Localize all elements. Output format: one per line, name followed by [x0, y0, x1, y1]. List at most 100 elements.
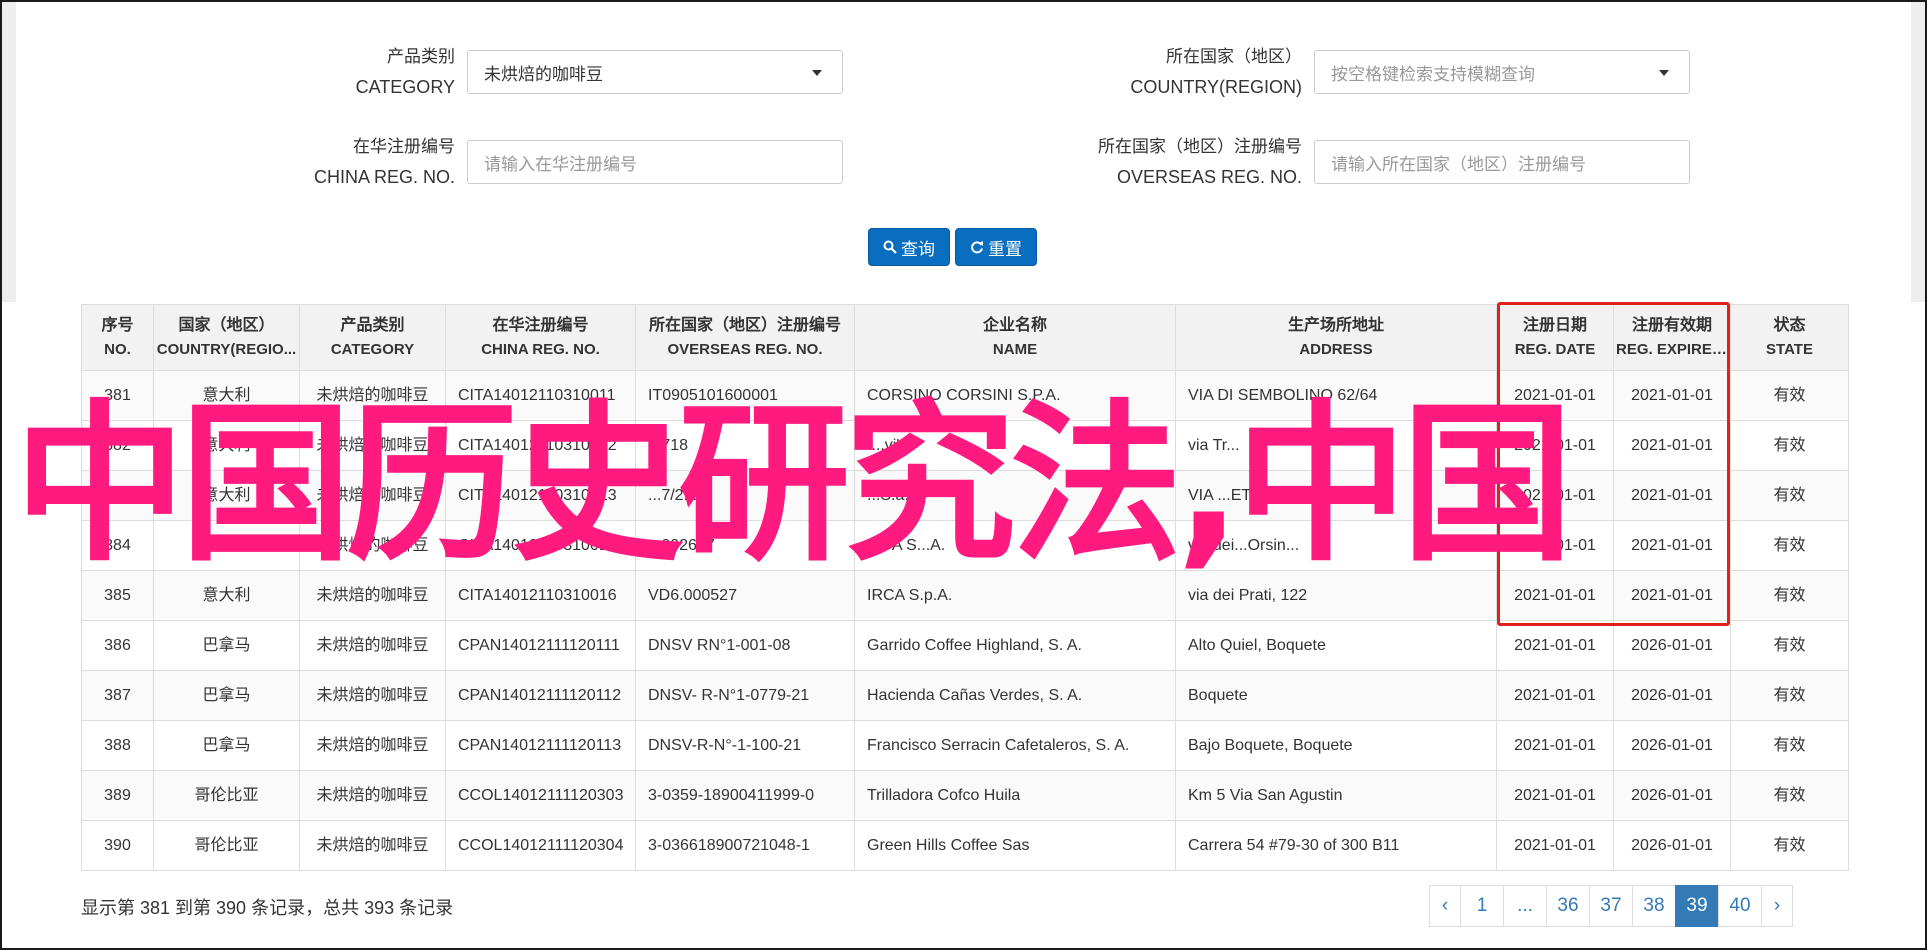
cell-country: 巴拿马: [153, 720, 300, 771]
cell-name: CORSINO CORSINI S.P.A.: [854, 370, 1176, 421]
next-page-button[interactable]: ›: [1761, 885, 1793, 927]
cell-name: Francisco Serracin Cafetaleros, S. A.: [854, 720, 1176, 771]
page-button[interactable]: 40: [1718, 885, 1762, 927]
cell-name: Trilladora Cofco Huila: [854, 770, 1176, 821]
search-button[interactable]: 查询: [868, 228, 950, 266]
cell-expire-date: 2021-01-01: [1613, 420, 1731, 471]
cell-no: 386: [81, 620, 154, 671]
table-row: 383 意大利 未烘焙的咖啡豆 CITA14012110310013 ...7/2...…: [81, 470, 1849, 521]
category-field-group: 产品类别 CATEGORY 未烘焙的咖啡豆: [305, 42, 843, 102]
category-label-en: CATEGORY: [355, 77, 455, 97]
cell-category: 未烘焙的咖啡豆: [299, 670, 446, 721]
cell-overseas-reg: VD6.000527: [635, 570, 855, 621]
cell-name: Garrido Coffee Highland, S. A.: [854, 620, 1176, 671]
cell-overseas-reg: DNSV-R-N°-1-100-21: [635, 720, 855, 771]
page-button[interactable]: 1: [1460, 885, 1504, 927]
chevron-down-icon: [812, 70, 822, 76]
country-select-placeholder: 按空格键检索支持模糊查询: [1331, 64, 1535, 84]
column-header-en: CATEGORY: [330, 340, 415, 358]
country-label-zh: 所在国家（地区）: [1166, 47, 1302, 66]
cell-state: 有效: [1730, 770, 1849, 821]
results-table: 序号 NO. 国家（地区） COUNTRY(REGIO... 产品类别 CATEGORY 在…: [81, 304, 1849, 871]
cell-expire-date: 2021-01-01: [1613, 370, 1731, 421]
country-select[interactable]: 按空格键检索支持模糊查询: [1314, 50, 1690, 94]
china-reg-input-placeholder: 请输入在华注册编号: [484, 154, 637, 174]
table-row: 387 巴拿马 未烘焙的咖啡豆 CPAN14012111120112 DNSV- R-N…: [81, 670, 1849, 721]
cell-category: 未烘焙的咖啡豆: [299, 470, 446, 521]
column-header: 序号 NO.: [81, 304, 154, 371]
column-header-zh: 在华注册编号: [492, 316, 589, 334]
cell-overseas-reg: ...002697: [635, 520, 855, 571]
overseas-reg-field-group: 所在国家（地区）注册编号 OVERSEAS REG. NO. 请输入所在国家（地…: [1072, 132, 1690, 192]
cell-overseas-reg: DNSV RN°1-001-08: [635, 620, 855, 671]
cell-name: I...vi': [854, 420, 1176, 471]
column-header-en: NO.: [104, 340, 131, 358]
column-header-en: REG. DATE: [1514, 340, 1596, 358]
cell-china-reg: CITA14012110310014: [445, 520, 636, 571]
overseas-reg-label-zh: 所在国家（地区）注册编号: [1098, 137, 1302, 156]
cell-no: 385: [81, 570, 154, 621]
china-reg-input[interactable]: 请输入在华注册编号: [467, 140, 843, 184]
cell-no: 384: [81, 520, 154, 571]
cell-overseas-reg: ...718: [635, 420, 855, 471]
cell-country: 意大利: [153, 370, 300, 421]
column-header: 在华注册编号 CHINA REG. NO.: [445, 304, 636, 371]
cell-category: 未烘焙的咖啡豆: [299, 720, 446, 771]
reset-button[interactable]: 重置: [955, 228, 1037, 266]
page-ellipsis[interactable]: ...: [1503, 885, 1547, 927]
column-header-zh: 国家（地区）: [178, 316, 275, 334]
cell-state: 有效: [1730, 720, 1849, 771]
cell-china-reg: CITA14012110310012: [445, 420, 636, 471]
cell-state: 有效: [1730, 570, 1849, 621]
chevron-down-icon: [1659, 70, 1669, 76]
table-row: 388 巴拿马 未烘焙的咖啡豆 CPAN14012111120113 DNSV-R-N°…: [81, 720, 1849, 771]
cell-no: 389: [81, 770, 154, 821]
column-header-en: REG. EXPIRE ...: [1616, 340, 1728, 358]
column-header-en: CHINA REG. NO.: [481, 340, 600, 358]
cell-address: via Tr...: [1175, 420, 1497, 471]
cell-category: 未烘焙的咖啡豆: [299, 570, 446, 621]
cell-reg-date: 2021-01-01: [1496, 420, 1614, 471]
cell-expire-date: 2021-01-01: [1613, 520, 1731, 571]
cell-category: 未烘焙的咖啡豆: [299, 420, 446, 471]
prev-page-button[interactable]: ‹: [1429, 885, 1461, 927]
cell-china-reg: CPAN14012111120111: [445, 620, 636, 671]
category-label: 产品类别 CATEGORY: [305, 42, 455, 102]
cell-china-reg: CCOL14012111120303: [445, 770, 636, 821]
country-field-group: 所在国家（地区） COUNTRY(REGION) 按空格键检索支持模糊查询: [1072, 42, 1690, 102]
left-scrollbar[interactable]: [2, 2, 16, 302]
cell-country: 哥伦比亚: [153, 820, 300, 871]
cell-country: 巴拿马: [153, 670, 300, 721]
cell-no: 387: [81, 670, 154, 721]
search-button-label: 查询: [901, 239, 935, 259]
cell-expire-date: 2021-01-01: [1613, 570, 1731, 621]
cell-reg-date: 2021-01-01: [1496, 520, 1614, 571]
table-row: 386 巴拿马 未烘焙的咖啡豆 CPAN14012111120111 DNSV RN°1…: [81, 620, 1849, 671]
column-header-en: NAME: [992, 340, 1038, 358]
page-button[interactable]: 38: [1632, 885, 1676, 927]
table-row: 385 意大利 未烘焙的咖啡豆 CITA14012110310016 VD6.00052…: [81, 570, 1849, 621]
cell-expire-date: 2026-01-01: [1613, 820, 1731, 871]
column-header-en: ADDRESS: [1299, 340, 1373, 358]
pagination-summary: 显示第 381 到第 390 条记录，总共 393 条记录: [81, 898, 454, 918]
category-select[interactable]: 未烘焙的咖啡豆: [467, 50, 843, 94]
column-header-zh: 序号: [101, 316, 134, 334]
cell-state: 有效: [1730, 670, 1849, 721]
page-button[interactable]: 37: [1589, 885, 1633, 927]
cell-category: 未烘焙的咖啡豆: [299, 620, 446, 671]
china-reg-label: 在华注册编号 CHINA REG. NO.: [305, 132, 455, 192]
page-button[interactable]: 39: [1675, 885, 1719, 927]
column-header-zh: 产品类别: [340, 316, 405, 334]
column-header: 状态 STATE: [1730, 304, 1849, 371]
table-row: 390 哥伦比亚 未烘焙的咖啡豆 CCOL14012111120304 3-036618…: [81, 820, 1849, 871]
cell-reg-date: 2021-01-01: [1496, 570, 1614, 621]
cell-address: VIA DI SEMBOLINO 62/64: [1175, 370, 1497, 421]
table-header-row: 序号 NO. 国家（地区） COUNTRY(REGIO... 产品类别 CATEGORY 在…: [81, 304, 1849, 371]
cell-expire-date: 2026-01-01: [1613, 620, 1731, 671]
cell-name: ...S.a.a: [854, 470, 1176, 521]
right-scrollbar[interactable]: [1911, 2, 1925, 302]
page-button[interactable]: 36: [1546, 885, 1590, 927]
cell-overseas-reg: ...7/2...: [635, 470, 855, 521]
overseas-reg-input[interactable]: 请输入所在国家（地区）注册编号: [1314, 140, 1690, 184]
cell-reg-date: 2021-01-01: [1496, 770, 1614, 821]
